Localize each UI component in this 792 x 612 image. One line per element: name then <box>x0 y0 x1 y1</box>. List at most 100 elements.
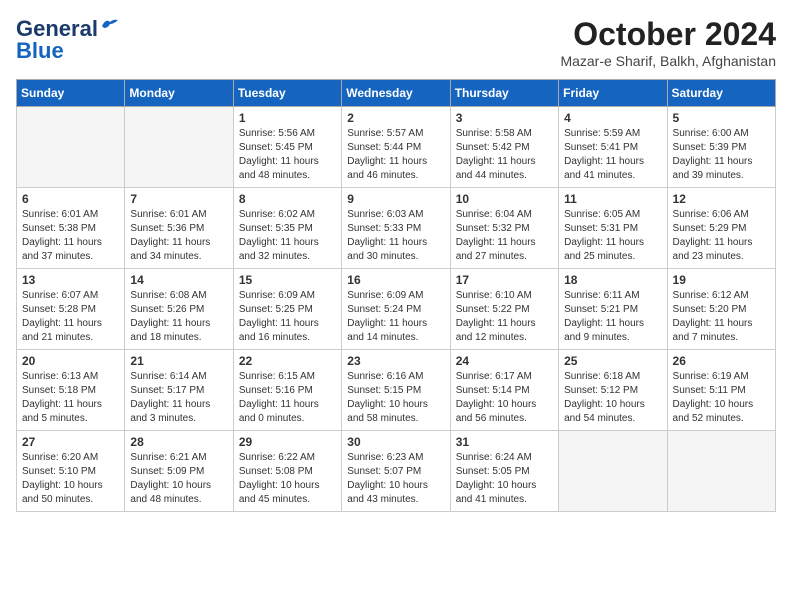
calendar-cell: 21 Sunrise: 6:14 AMSunset: 5:17 PMDayligh… <box>125 350 233 431</box>
month-title: October 2024 <box>560 16 776 53</box>
cell-info: Sunrise: 6:13 AMSunset: 5:18 PMDaylight:… <box>22 370 119 426</box>
day-number: 9 <box>347 192 444 206</box>
day-number: 28 <box>130 435 227 449</box>
calendar-body: 1 Sunrise: 5:56 AMSunset: 5:45 PMDaylight… <box>17 107 776 512</box>
weekday-header-thursday: Thursday <box>450 80 558 107</box>
logo-bird-icon <box>100 18 118 32</box>
logo: General Blue <box>16 16 118 64</box>
weekday-header-wednesday: Wednesday <box>342 80 450 107</box>
calendar-cell: 4 Sunrise: 5:59 AMSunset: 5:41 PMDaylight… <box>559 107 667 188</box>
day-number: 25 <box>564 354 661 368</box>
day-number: 30 <box>347 435 444 449</box>
day-number: 31 <box>456 435 553 449</box>
day-number: 1 <box>239 111 336 125</box>
calendar-cell: 17Sunrise: 6:10 AMSunset: 5:22 PMDayligh… <box>450 269 558 350</box>
week-row-3: 20 Sunrise: 6:13 AMSunset: 5:18 PMDayligh… <box>17 350 776 431</box>
calendar-cell: 19Sunrise: 6:12 AMSunset: 5:20 PMDayligh… <box>667 269 775 350</box>
cell-info: Sunrise: 6:15 AMSunset: 5:16 PMDaylight:… <box>239 370 336 426</box>
day-number: 3 <box>456 111 553 125</box>
weekday-header-friday: Friday <box>559 80 667 107</box>
cell-info: Sunrise: 6:18 AMSunset: 5:12 PMDaylight:… <box>564 370 661 426</box>
cell-info: Sunrise: 6:14 AMSunset: 5:17 PMDaylight:… <box>130 370 227 426</box>
calendar-cell: 3 Sunrise: 5:58 AMSunset: 5:42 PMDaylight… <box>450 107 558 188</box>
cell-info: Sunrise: 6:22 AMSunset: 5:08 PMDaylight:… <box>239 451 336 507</box>
calendar-cell: 24 Sunrise: 6:17 AMSunset: 5:14 PMDayligh… <box>450 350 558 431</box>
weekday-header-sunday: Sunday <box>17 80 125 107</box>
calendar-cell: 30 Sunrise: 6:23 AMSunset: 5:07 PMDayligh… <box>342 431 450 512</box>
day-number: 16 <box>347 273 444 287</box>
week-row-0: 1 Sunrise: 5:56 AMSunset: 5:45 PMDaylight… <box>17 107 776 188</box>
day-number: 24 <box>456 354 553 368</box>
weekday-header-row: SundayMondayTuesdayWednesdayThursdayFrid… <box>17 80 776 107</box>
calendar-cell: 9 Sunrise: 6:03 AMSunset: 5:33 PMDaylight… <box>342 188 450 269</box>
page-header: General Blue October 2024 Mazar-e Sharif… <box>16 16 776 69</box>
day-number: 15 <box>239 273 336 287</box>
calendar-cell: 1 Sunrise: 5:56 AMSunset: 5:45 PMDaylight… <box>233 107 341 188</box>
day-number: 8 <box>239 192 336 206</box>
calendar-cell: 5Sunrise: 6:00 AMSunset: 5:39 PMDaylight… <box>667 107 775 188</box>
calendar-cell <box>559 431 667 512</box>
day-number: 23 <box>347 354 444 368</box>
calendar-cell: 11 Sunrise: 6:05 AMSunset: 5:31 PMDayligh… <box>559 188 667 269</box>
calendar-cell: 13 Sunrise: 6:07 AMSunset: 5:28 PMDayligh… <box>17 269 125 350</box>
calendar-cell: 20 Sunrise: 6:13 AMSunset: 5:18 PMDayligh… <box>17 350 125 431</box>
cell-info: Sunrise: 5:57 AMSunset: 5:44 PMDaylight:… <box>347 127 444 183</box>
day-number: 13 <box>22 273 119 287</box>
calendar-cell: 23 Sunrise: 6:16 AMSunset: 5:15 PMDayligh… <box>342 350 450 431</box>
cell-info: Sunrise: 6:11 AMSunset: 5:21 PMDaylight:… <box>564 289 661 345</box>
day-number: 6 <box>22 192 119 206</box>
week-row-1: 6Sunrise: 6:01 AMSunset: 5:38 PMDaylight… <box>17 188 776 269</box>
day-number: 10 <box>456 192 553 206</box>
cell-info: Sunrise: 6:09 AMSunset: 5:25 PMDaylight:… <box>239 289 336 345</box>
calendar-cell: 31 Sunrise: 6:24 AMSunset: 5:05 PMDayligh… <box>450 431 558 512</box>
day-number: 4 <box>564 111 661 125</box>
calendar-cell: 28Sunrise: 6:21 AMSunset: 5:09 PMDayligh… <box>125 431 233 512</box>
calendar-cell: 2 Sunrise: 5:57 AMSunset: 5:44 PMDaylight… <box>342 107 450 188</box>
calendar-cell: 16 Sunrise: 6:09 AMSunset: 5:24 PMDayligh… <box>342 269 450 350</box>
day-number: 20 <box>22 354 119 368</box>
cell-info: Sunrise: 6:17 AMSunset: 5:14 PMDaylight:… <box>456 370 553 426</box>
calendar-cell: 12Sunrise: 6:06 AMSunset: 5:29 PMDayligh… <box>667 188 775 269</box>
day-number: 21 <box>130 354 227 368</box>
cell-info: Sunrise: 6:07 AMSunset: 5:28 PMDaylight:… <box>22 289 119 345</box>
calendar-cell: 29Sunrise: 6:22 AMSunset: 5:08 PMDayligh… <box>233 431 341 512</box>
day-number: 27 <box>22 435 119 449</box>
day-number: 2 <box>347 111 444 125</box>
cell-info: Sunrise: 6:02 AMSunset: 5:35 PMDaylight:… <box>239 208 336 264</box>
cell-info: Sunrise: 6:03 AMSunset: 5:33 PMDaylight:… <box>347 208 444 264</box>
location: Mazar-e Sharif, Balkh, Afghanistan <box>560 53 776 69</box>
day-number: 7 <box>130 192 227 206</box>
cell-info: Sunrise: 6:16 AMSunset: 5:15 PMDaylight:… <box>347 370 444 426</box>
cell-info: Sunrise: 6:19 AMSunset: 5:11 PMDaylight:… <box>673 370 770 426</box>
cell-info: Sunrise: 5:56 AMSunset: 5:45 PMDaylight:… <box>239 127 336 183</box>
day-number: 14 <box>130 273 227 287</box>
calendar-cell: 6Sunrise: 6:01 AMSunset: 5:38 PMDaylight… <box>17 188 125 269</box>
cell-info: Sunrise: 6:24 AMSunset: 5:05 PMDaylight:… <box>456 451 553 507</box>
weekday-header-tuesday: Tuesday <box>233 80 341 107</box>
day-number: 11 <box>564 192 661 206</box>
calendar-cell: 14Sunrise: 6:08 AMSunset: 5:26 PMDayligh… <box>125 269 233 350</box>
week-row-2: 13 Sunrise: 6:07 AMSunset: 5:28 PMDayligh… <box>17 269 776 350</box>
calendar-cell: 26 Sunrise: 6:19 AMSunset: 5:11 PMDayligh… <box>667 350 775 431</box>
cell-info: Sunrise: 6:09 AMSunset: 5:24 PMDaylight:… <box>347 289 444 345</box>
calendar-cell: 25 Sunrise: 6:18 AMSunset: 5:12 PMDayligh… <box>559 350 667 431</box>
calendar-table: SundayMondayTuesdayWednesdayThursdayFrid… <box>16 79 776 512</box>
cell-info: Sunrise: 6:12 AMSunset: 5:20 PMDaylight:… <box>673 289 770 345</box>
cell-info: Sunrise: 5:59 AMSunset: 5:41 PMDaylight:… <box>564 127 661 183</box>
cell-info: Sunrise: 6:05 AMSunset: 5:31 PMDaylight:… <box>564 208 661 264</box>
cell-info: Sunrise: 5:58 AMSunset: 5:42 PMDaylight:… <box>456 127 553 183</box>
calendar-cell: 22 Sunrise: 6:15 AMSunset: 5:16 PMDayligh… <box>233 350 341 431</box>
calendar-cell <box>17 107 125 188</box>
week-row-4: 27Sunrise: 6:20 AMSunset: 5:10 PMDayligh… <box>17 431 776 512</box>
cell-info: Sunrise: 6:04 AMSunset: 5:32 PMDaylight:… <box>456 208 553 264</box>
cell-info: Sunrise: 6:10 AMSunset: 5:22 PMDaylight:… <box>456 289 553 345</box>
calendar-cell: 8 Sunrise: 6:02 AMSunset: 5:35 PMDaylight… <box>233 188 341 269</box>
weekday-header-saturday: Saturday <box>667 80 775 107</box>
logo-blue: Blue <box>16 38 64 64</box>
day-number: 22 <box>239 354 336 368</box>
cell-info: Sunrise: 6:23 AMSunset: 5:07 PMDaylight:… <box>347 451 444 507</box>
calendar-cell <box>125 107 233 188</box>
day-number: 26 <box>673 354 770 368</box>
calendar-cell: 10 Sunrise: 6:04 AMSunset: 5:32 PMDayligh… <box>450 188 558 269</box>
cell-info: Sunrise: 6:06 AMSunset: 5:29 PMDaylight:… <box>673 208 770 264</box>
